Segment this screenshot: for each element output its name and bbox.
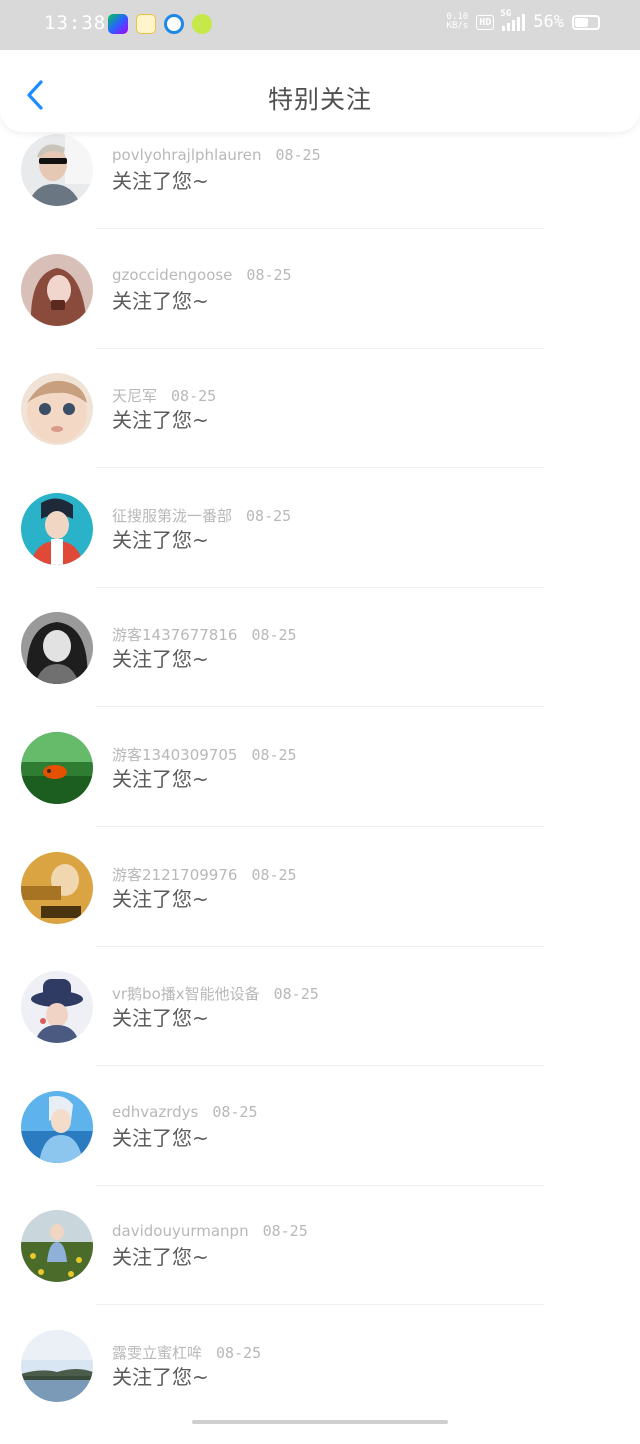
follow-date: 08-25 <box>262 1222 308 1241</box>
user-name[interactable]: 露雯立蜜杠哞 <box>112 1344 202 1362</box>
follow-date: 08-25 <box>275 146 321 164</box>
follow-date: 08-25 <box>246 265 292 284</box>
status-bar: 13:38 0.10 KB/s HD 5G 56% <box>0 0 640 50</box>
follow-action-text: 关注了您~ <box>112 288 209 313</box>
user-name[interactable]: 游客2121709976 <box>112 866 237 884</box>
user-name[interactable]: vr鹅bo播x智能他设备 <box>112 985 260 1003</box>
home-indicator[interactable] <box>192 1420 448 1424</box>
user-name[interactable]: 游客1340309705 <box>112 746 237 764</box>
avatar[interactable] <box>21 1090 93 1163</box>
status-indicators: 0.10 KB/s HD 5G 56% <box>447 9 600 32</box>
navigation-bar: 特别关注 <box>0 50 640 132</box>
follow-date: 08-25 <box>246 506 292 525</box>
row-divider <box>96 825 544 827</box>
follow-date: 08-25 <box>216 1343 262 1362</box>
row-divider <box>96 706 544 708</box>
avatar[interactable] <box>21 612 93 685</box>
follow-date: 08-25 <box>171 387 217 406</box>
user-name[interactable]: 征搜服第泷一番部 <box>112 507 232 525</box>
row-divider <box>96 1065 544 1067</box>
page-title: 特别关注 <box>267 85 372 114</box>
follow-action-text: 关注了您~ <box>112 1125 209 1150</box>
signal-icon: 5G <box>500 9 526 31</box>
row-divider <box>96 586 544 588</box>
list-item[interactable]: davidouyurmanpn 08-25 关注了您~ <box>0 1204 640 1324</box>
battery-percent: 56% <box>533 12 564 32</box>
avatar[interactable] <box>21 373 93 446</box>
follow-date: 08-25 <box>251 745 297 764</box>
user-name[interactable]: 游客1437677816 <box>112 626 237 644</box>
list-item[interactable]: vr鹅bo播x智能他设备 08-25 关注了您~ <box>0 965 640 1085</box>
follow-action-text: 关注了您~ <box>112 527 209 552</box>
status-time: 13:38 <box>44 12 107 34</box>
user-name[interactable]: gzoccidengoose <box>112 266 232 284</box>
avatar[interactable] <box>21 971 93 1044</box>
user-name[interactable]: davidouyurmanpn <box>112 1222 249 1240</box>
follow-action-text: 关注了您~ <box>112 886 209 911</box>
avatar[interactable] <box>21 134 93 206</box>
avatar[interactable] <box>21 851 93 924</box>
avatar[interactable] <box>21 1210 93 1283</box>
network-speed: 0.10 KB/s <box>447 13 469 31</box>
follow-action-text: 关注了您~ <box>112 1364 209 1389</box>
follow-action-text: 关注了您~ <box>112 408 209 433</box>
browser-app-icon <box>164 14 184 34</box>
list-item[interactable]: 游客2121709976 08-25 关注了您~ <box>0 846 640 966</box>
iqiyi-app-icon <box>108 14 128 34</box>
row-divider <box>96 347 544 349</box>
game-app-icon <box>192 14 212 34</box>
user-name[interactable]: edhvazrdys <box>112 1103 198 1121</box>
follow-action-text: 关注了您~ <box>112 647 209 672</box>
battery-icon <box>572 14 600 30</box>
list-item[interactable]: 征搜服第泷一番部 08-25 关注了您~ <box>0 487 640 607</box>
user-name[interactable]: povlyohrajlphlauren <box>112 146 261 164</box>
list-item[interactable]: 游客1340309705 08-25 关注了您~ <box>0 726 640 846</box>
follow-action-text: 关注了您~ <box>112 766 209 791</box>
notification-icons <box>108 14 212 34</box>
list-item[interactable]: povlyohrajlphlauren 08-25 关注了您~ <box>0 128 640 248</box>
row-divider <box>96 467 544 469</box>
network-type: 5G <box>500 9 512 19</box>
avatar[interactable] <box>21 731 93 804</box>
follow-date: 08-25 <box>273 985 319 1004</box>
user-name[interactable]: 天尼军 <box>112 387 157 405</box>
network-speed-unit: KB/s <box>446 21 469 31</box>
row-divider <box>96 228 544 229</box>
follow-date: 08-25 <box>212 1102 258 1121</box>
list-item[interactable]: gzoccidengoose 08-25 关注了您~ <box>0 248 640 368</box>
row-divider <box>96 1304 544 1306</box>
follow-date: 08-25 <box>251 865 297 884</box>
list-item[interactable]: 游客1437677816 08-25 关注了您~ <box>0 606 640 726</box>
list-item[interactable]: 天尼军 08-25 关注了您~ <box>0 367 640 487</box>
avatar[interactable] <box>21 1329 93 1402</box>
qq-app-icon <box>136 14 156 34</box>
follow-date: 08-25 <box>251 626 297 645</box>
row-divider <box>96 1184 544 1186</box>
avatar[interactable] <box>21 492 93 565</box>
hd-icon: HD <box>476 14 495 30</box>
follow-list: povlyohrajlphlauren 08-25 关注了您~ gzocciden… <box>0 128 640 1444</box>
follow-action-text: 关注了您~ <box>112 1006 209 1031</box>
follow-action-text: 关注了您~ <box>112 169 209 193</box>
list-item[interactable]: 露雯立蜜杠哞 08-25 关注了您~ <box>0 1324 640 1444</box>
row-divider <box>96 945 544 947</box>
avatar[interactable] <box>21 253 93 326</box>
follow-action-text: 关注了您~ <box>112 1245 209 1270</box>
list-item[interactable]: edhvazrdys 08-25 关注了您~ <box>0 1085 640 1205</box>
